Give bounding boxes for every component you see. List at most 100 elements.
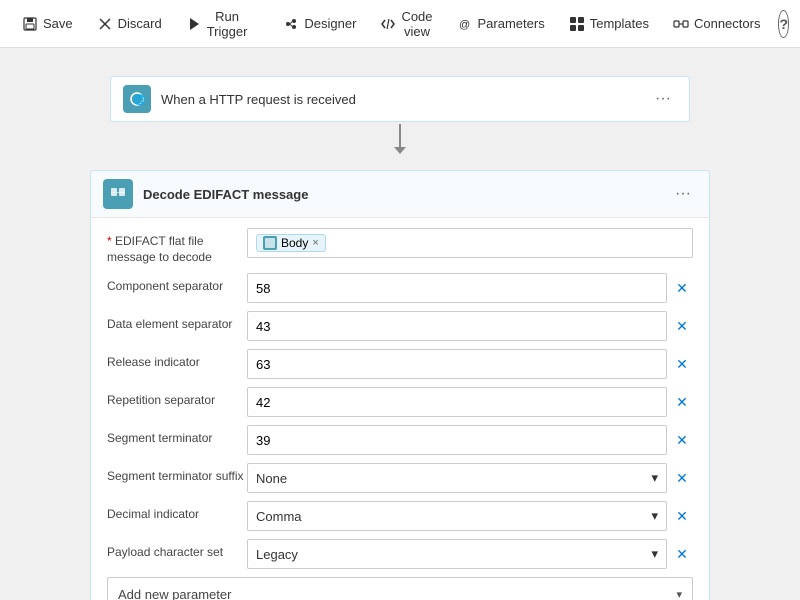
designer-icon (283, 16, 299, 32)
svg-text:🌐: 🌐 (133, 93, 145, 106)
save-label: Save (43, 16, 73, 31)
component-sep-input[interactable] (247, 273, 667, 303)
component-sep-clear[interactable]: ✕ (671, 277, 693, 299)
decimal-indicator-select[interactable]: Comma ▾ (247, 501, 667, 531)
decimal-indicator-chevron: ▾ (651, 508, 658, 524)
segment-term-clear[interactable]: ✕ (671, 429, 693, 451)
release-indicator-input[interactable] (247, 349, 667, 379)
data-elem-sep-field: ✕ (247, 311, 693, 341)
add-parameter-label: Add new parameter (118, 587, 231, 600)
payload-charset-label: Payload character set (107, 539, 247, 561)
discard-icon (97, 16, 113, 32)
repetition-sep-clear[interactable]: ✕ (671, 391, 693, 413)
trigger-card[interactable]: 🌐 When a HTTP request is received ··· (110, 76, 690, 122)
component-sep-row: Component separator ✕ (107, 273, 693, 303)
required-marker: * (107, 234, 115, 248)
action-card-icon (103, 179, 133, 209)
release-indicator-field: ✕ (247, 349, 693, 379)
component-sep-label: Component separator (107, 273, 247, 295)
component-sep-field: ✕ (247, 273, 693, 303)
release-indicator-clear[interactable]: ✕ (671, 353, 693, 375)
toolbar: Save Discard Run Trigger (0, 0, 800, 48)
segment-term-input[interactable] (247, 425, 667, 455)
repetition-sep-row: Repetition separator ✕ (107, 387, 693, 417)
segment-suffix-select[interactable]: None ▾ (247, 463, 667, 493)
body-tag: Body × (256, 234, 326, 252)
payload-charset-value: Legacy (256, 547, 298, 562)
save-button[interactable]: Save (12, 10, 83, 38)
segment-suffix-value: None (256, 471, 287, 486)
edifact-field-row: * EDIFACT flat file message to decode Bo… (107, 228, 693, 265)
svg-text:@: @ (459, 19, 470, 31)
payload-charset-select[interactable]: Legacy ▾ (247, 539, 667, 569)
parameters-label: Parameters (478, 16, 545, 31)
edifact-tag-input[interactable]: Body × (247, 228, 693, 258)
run-trigger-label: Run Trigger (207, 9, 248, 39)
repetition-sep-input[interactable] (247, 387, 667, 417)
action-card: Decode EDIFACT message ··· * EDIFACT fla… (90, 170, 710, 600)
edifact-field[interactable]: Body × (247, 228, 693, 258)
segment-suffix-field: None ▾ ✕ (247, 463, 693, 493)
connectors-icon (673, 16, 689, 32)
parameters-icon: @ (457, 16, 473, 32)
save-icon (22, 16, 38, 32)
code-view-label: Code view (401, 9, 432, 39)
payload-charset-chevron: ▾ (651, 546, 658, 562)
trigger-card-icon: 🌐 (123, 85, 151, 113)
data-elem-sep-input[interactable] (247, 311, 667, 341)
body-tag-close[interactable]: × (312, 237, 318, 249)
connectors-label: Connectors (694, 16, 760, 31)
segment-suffix-label: Segment terminator suffix (107, 463, 247, 485)
segment-suffix-clear[interactable]: ✕ (671, 467, 693, 489)
connectors-button[interactable]: Connectors (663, 10, 770, 38)
canvas: 🌐 When a HTTP request is received ··· (0, 48, 800, 600)
arrow-down-icon (399, 124, 401, 148)
edifact-label: * EDIFACT flat file message to decode (107, 228, 247, 265)
action-more-button[interactable]: ··· (669, 183, 697, 205)
designer-label: Designer (304, 16, 356, 31)
repetition-sep-field: ✕ (247, 387, 693, 417)
segment-term-field: ✕ (247, 425, 693, 455)
decimal-indicator-field: Comma ▾ ✕ (247, 501, 693, 531)
data-elem-sep-row: Data element separator ✕ (107, 311, 693, 341)
templates-icon (569, 16, 585, 32)
code-view-button[interactable]: Code view (370, 3, 442, 45)
decimal-indicator-value: Comma (256, 509, 302, 524)
decimal-indicator-clear[interactable]: ✕ (671, 505, 693, 527)
code-view-icon (380, 16, 396, 32)
trigger-more-button[interactable]: ··· (649, 88, 677, 110)
card-container: 🌐 When a HTTP request is received ··· (90, 76, 710, 600)
segment-term-label: Segment terminator (107, 425, 247, 447)
connector-arrow (90, 122, 710, 150)
payload-charset-field: Legacy ▾ ✕ (247, 539, 693, 569)
add-parameter-chevron: ▾ (676, 588, 682, 600)
help-button[interactable]: ? (778, 10, 789, 38)
segment-term-row: Segment terminator ✕ (107, 425, 693, 455)
repetition-sep-label: Repetition separator (107, 387, 247, 409)
templates-button[interactable]: Templates (559, 10, 659, 38)
segment-suffix-row: Segment terminator suffix None ▾ ✕ (107, 463, 693, 493)
trigger-title: When a HTTP request is received (161, 92, 649, 107)
payload-charset-row: Payload character set Legacy ▾ ✕ (107, 539, 693, 569)
add-parameter-row[interactable]: Add new parameter ▾ (107, 577, 693, 600)
discard-button[interactable]: Discard (87, 10, 172, 38)
data-elem-sep-label: Data element separator (107, 311, 247, 333)
body-tag-icon (263, 236, 277, 250)
release-indicator-label: Release indicator (107, 349, 247, 371)
decimal-indicator-label: Decimal indicator (107, 501, 247, 523)
action-title: Decode EDIFACT message (143, 187, 669, 202)
templates-label: Templates (590, 16, 649, 31)
discard-label: Discard (118, 16, 162, 31)
designer-button[interactable]: Designer (273, 10, 366, 38)
parameters-button[interactable]: @ Parameters (447, 10, 555, 38)
release-indicator-row: Release indicator ✕ (107, 349, 693, 379)
help-label: ? (779, 16, 788, 32)
run-trigger-icon (186, 16, 202, 32)
run-trigger-button[interactable]: Run Trigger (176, 3, 258, 45)
decimal-indicator-row: Decimal indicator Comma ▾ ✕ (107, 501, 693, 531)
body-tag-label: Body (281, 236, 308, 250)
action-card-header: Decode EDIFACT message ··· (91, 171, 709, 218)
data-elem-sep-clear[interactable]: ✕ (671, 315, 693, 337)
payload-charset-clear[interactable]: ✕ (671, 543, 693, 565)
segment-suffix-chevron: ▾ (651, 470, 658, 486)
